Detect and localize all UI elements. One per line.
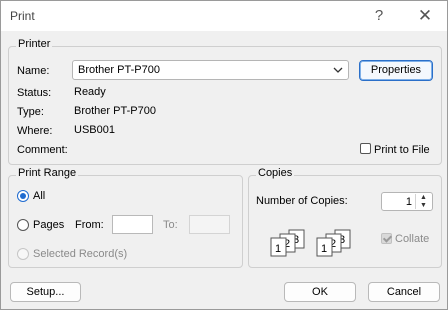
- name-label: Name:: [17, 65, 50, 77]
- copies-value: 1: [405, 196, 412, 208]
- printer-name-value: Brother PT-P700: [78, 64, 160, 76]
- from-input[interactable]: [112, 215, 153, 234]
- status-label: Status:: [17, 87, 52, 99]
- collate-page-1-number: 1: [321, 243, 327, 255]
- comment-label: Comment:: [17, 144, 68, 156]
- ok-button[interactable]: OK: [284, 282, 356, 302]
- copies-spinner[interactable]: 1 ▲ ▼: [381, 192, 433, 211]
- where-value: USB001: [74, 124, 115, 136]
- collate-pages-icon: 3 2 1: [270, 229, 305, 257]
- cancel-button-label: Cancel: [386, 286, 422, 298]
- spinner-down-icon[interactable]: ▼: [416, 202, 431, 209]
- print-dialog: Print ? ✕ Printer Name: Brother PT-P700 …: [0, 0, 448, 310]
- type-value: Brother PT-P700: [74, 105, 156, 117]
- ok-button-label: OK: [312, 286, 328, 298]
- print-to-file-checkbox[interactable]: [360, 143, 371, 154]
- properties-button[interactable]: Properties: [359, 60, 433, 81]
- collate-pages-icon-second: 3 2 1: [316, 229, 351, 257]
- cancel-button[interactable]: Cancel: [368, 282, 440, 302]
- range-pages-label[interactable]: Pages: [33, 219, 64, 231]
- setup-button[interactable]: Setup...: [10, 282, 81, 302]
- spinner-up-icon[interactable]: ▲: [416, 194, 431, 201]
- setup-button-label: Setup...: [26, 286, 65, 298]
- copies-group-label: Copies: [256, 167, 295, 179]
- help-button[interactable]: ?: [369, 7, 389, 25]
- number-of-copies-label: Number of Copies:: [256, 195, 348, 207]
- window-title: Print: [10, 9, 35, 23]
- range-all-radio[interactable]: [17, 190, 29, 202]
- to-label: To:: [163, 219, 178, 231]
- to-input[interactable]: [189, 215, 230, 234]
- range-selected-label[interactable]: Selected Record(s): [33, 248, 127, 260]
- status-value: Ready: [74, 86, 106, 98]
- print-to-file-label[interactable]: Print to File: [374, 144, 430, 156]
- collate-label[interactable]: Collate: [395, 233, 429, 245]
- spinner-arrows: ▲ ▼: [415, 194, 431, 209]
- from-label: From:: [75, 219, 104, 231]
- range-all-label[interactable]: All: [33, 190, 45, 202]
- printer-name-select[interactable]: Brother PT-P700: [72, 60, 349, 80]
- chevron-down-icon: [333, 67, 343, 73]
- range-pages-radio[interactable]: [17, 219, 29, 231]
- properties-button-label: Properties: [370, 64, 422, 76]
- title-bar: Print ? ✕: [1, 1, 447, 31]
- close-button[interactable]: ✕: [415, 7, 435, 25]
- collate-checkbox[interactable]: [381, 233, 392, 244]
- printer-group-label: Printer: [16, 38, 53, 50]
- print-range-group-label: Print Range: [16, 167, 79, 179]
- type-label: Type:: [17, 106, 44, 118]
- collate-page-1-number: 1: [275, 243, 281, 255]
- range-selected-radio[interactable]: [17, 248, 29, 260]
- where-label: Where:: [17, 125, 53, 137]
